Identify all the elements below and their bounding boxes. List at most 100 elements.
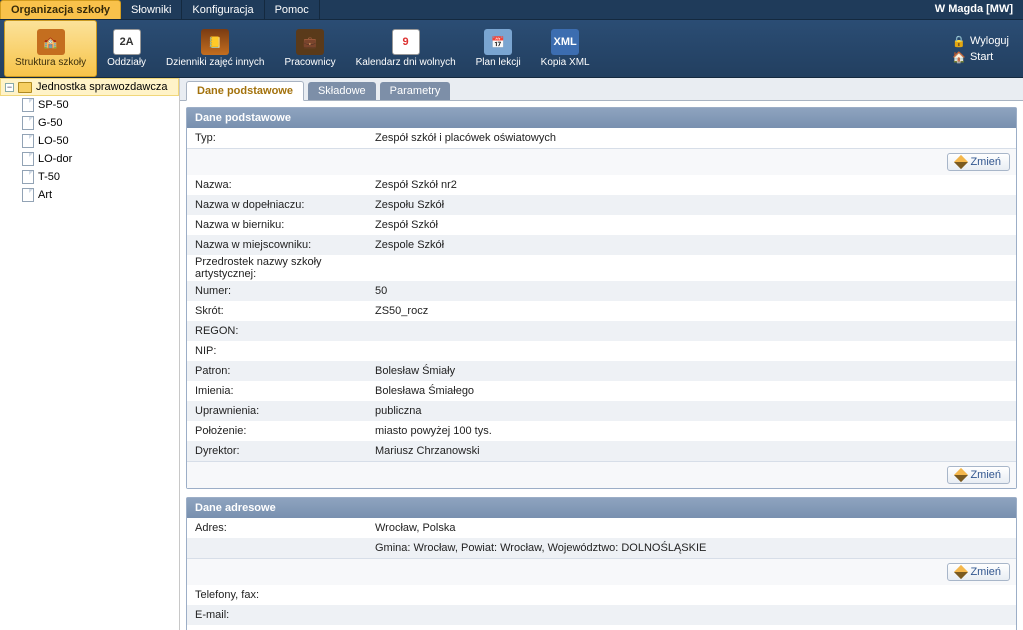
zmien-button[interactable]: Zmień <box>947 563 1010 581</box>
subtab-skladowe[interactable]: Składowe <box>308 82 376 100</box>
start-label: Start <box>970 51 993 63</box>
field-label: Uprawnienia: <box>195 405 375 417</box>
tree-item[interactable]: Art <box>22 186 179 204</box>
right-panel: Dane podstawowe Składowe Parametry Dane … <box>180 78 1023 630</box>
panel-dane-podstawowe: Dane podstawowe Typ:Zespół szkół i placó… <box>186 107 1017 489</box>
ribbon-dzienniki[interactable]: 📒 Dzienniki zajęć innych <box>156 20 274 77</box>
field-label: Nazwa w bierniku: <box>195 219 375 231</box>
tree-item[interactable]: SP-50 <box>22 96 179 114</box>
data-row: Nazwa:Zespół Szkół nr2 <box>187 175 1016 195</box>
data-row: REGON: <box>187 321 1016 341</box>
tree-item[interactable]: LO-50 <box>22 132 179 150</box>
data-row: Nazwa w dopełniaczu:Zespołu Szkół <box>187 195 1016 215</box>
tree-item-label: SP-50 <box>38 99 69 111</box>
ribbon-label: Plan lekcji <box>476 57 521 68</box>
data-row: NIP: <box>187 341 1016 361</box>
menu-pomoc[interactable]: Pomoc <box>265 0 320 19</box>
current-user: W Magda [MW] <box>925 0 1023 19</box>
data-row: Nazwa w miejscowniku:Zespole Szkół <box>187 235 1016 255</box>
tree-item[interactable]: T-50 <box>22 168 179 186</box>
tree-item-label: LO-dor <box>38 153 72 165</box>
data-row: Adres:Wrocław, Polska <box>187 518 1016 538</box>
field-label: Skrót: <box>195 305 375 317</box>
ribbon-plan[interactable]: 📅 Plan lekcji <box>466 20 531 77</box>
data-row: E-mail: <box>187 605 1016 625</box>
subtabs: Dane podstawowe Składowe Parametry <box>180 78 1023 101</box>
pencil-icon <box>954 565 968 579</box>
field-label: Numer: <box>195 285 375 297</box>
panel-dane-adresowe: Dane adresowe Adres:Wrocław, PolskaGmina… <box>186 497 1017 630</box>
ribbon-label: Struktura szkoły <box>15 57 86 68</box>
ribbon-kalendarz[interactable]: 9 Kalendarz dni wolnych <box>346 20 466 77</box>
ribbon-label: Kopia XML <box>541 57 590 68</box>
document-icon <box>22 134 34 148</box>
field-label: REGON: <box>195 325 375 337</box>
field-value: Wrocław, Polska <box>375 522 1008 534</box>
field-value: Zespół szkół i placówek oświatowych <box>375 132 1008 144</box>
journal-icon: 📒 <box>201 29 229 55</box>
tree-item-label: G-50 <box>38 117 62 129</box>
zmien-button[interactable]: Zmień <box>947 466 1010 484</box>
menu-konfiguracja[interactable]: Konfiguracja <box>182 0 264 19</box>
calendar-icon: 9 <box>392 29 420 55</box>
tree-item[interactable]: LO-dor <box>22 150 179 168</box>
document-icon <box>22 152 34 166</box>
class-icon: 2A <box>113 29 141 55</box>
field-value: Bolesława Śmiałego <box>375 385 1008 397</box>
subtab-parametry[interactable]: Parametry <box>380 82 451 100</box>
field-value: Bolesław Śmiały <box>375 365 1008 377</box>
field-value: ZS50_rocz <box>375 305 1008 317</box>
ribbon-right-actions: 🔒 Wyloguj 🏠 Start <box>952 35 1019 63</box>
field-label: Patron: <box>195 365 375 377</box>
ribbon-label: Oddziały <box>107 57 146 68</box>
tree-item-label: T-50 <box>38 171 60 183</box>
ribbon-toolbar: 🏫 Struktura szkoły 2A Oddziały 📒 Dzienni… <box>0 20 1023 78</box>
ribbon-label: Kalendarz dni wolnych <box>356 57 456 68</box>
data-row: Gmina: Wrocław, Powiat: Wrocław, Wojewód… <box>187 538 1016 558</box>
field-value: Zespołu Szkół <box>375 199 1008 211</box>
ribbon-oddzialy[interactable]: 2A Oddziały <box>97 20 156 77</box>
logout-label: Wyloguj <box>970 35 1009 47</box>
subtab-dane-podstawowe[interactable]: Dane podstawowe <box>186 81 304 101</box>
field-value: Zespół Szkół <box>375 219 1008 231</box>
data-row: Telefony, fax: <box>187 585 1016 605</box>
ribbon-kopia-xml[interactable]: XML Kopia XML <box>531 20 600 77</box>
ribbon-struktura-szkoly[interactable]: 🏫 Struktura szkoły <box>4 20 97 77</box>
tree-item[interactable]: G-50 <box>22 114 179 132</box>
field-label: NIP: <box>195 345 375 357</box>
field-label: Imienia: <box>195 385 375 397</box>
field-value: Gmina: Wrocław, Powiat: Wrocław, Wojewód… <box>375 542 1008 554</box>
field-label: Nazwa: <box>195 179 375 191</box>
menubar: Organizacja szkoły Słowniki Konfiguracja… <box>0 0 1023 20</box>
ribbon-label: Dzienniki zajęć innych <box>166 57 264 68</box>
menu-organizacja[interactable]: Organizacja szkoły <box>0 0 121 19</box>
data-row: Przedrostek nazwy szkoły artystycznej: <box>187 255 1016 281</box>
zmien-label: Zmień <box>970 156 1001 168</box>
tree-root[interactable]: − Jednostka sprawozdawcza <box>0 78 179 96</box>
field-value: Zespół Szkół nr2 <box>375 179 1008 191</box>
data-row: Typ:Zespół szkół i placówek oświatowych <box>187 128 1016 148</box>
menu-slowniki[interactable]: Słowniki <box>121 0 182 19</box>
zmien-label: Zmień <box>970 566 1001 578</box>
document-icon <box>22 170 34 184</box>
start-link[interactable]: 🏠 Start <box>952 51 1009 63</box>
logout-link[interactable]: 🔒 Wyloguj <box>952 35 1009 47</box>
data-row: Dyrektor:Mariusz Chrzanowski <box>187 441 1016 461</box>
zmien-button[interactable]: Zmień <box>947 153 1010 171</box>
tree-item-label: Art <box>38 189 52 201</box>
collapse-icon[interactable]: − <box>5 83 14 92</box>
pencil-icon <box>954 468 968 482</box>
field-label: Położenie: <box>195 425 375 437</box>
tree-root-label: Jednostka sprawozdawcza <box>36 81 167 93</box>
folder-icon <box>18 82 32 93</box>
field-value: publiczna <box>375 405 1008 417</box>
ribbon-pracownicy[interactable]: 💼 Pracownicy <box>274 20 345 77</box>
field-value: Mariusz Chrzanowski <box>375 445 1008 457</box>
tree-item-label: LO-50 <box>38 135 69 147</box>
briefcase-icon: 💼 <box>296 29 324 55</box>
document-icon <box>22 116 34 130</box>
panel-header: Dane podstawowe <box>187 108 1016 128</box>
ribbon-label: Pracownicy <box>284 57 335 68</box>
schedule-icon: 📅 <box>484 29 512 55</box>
data-row: Nazwa w bierniku:Zespół Szkół <box>187 215 1016 235</box>
